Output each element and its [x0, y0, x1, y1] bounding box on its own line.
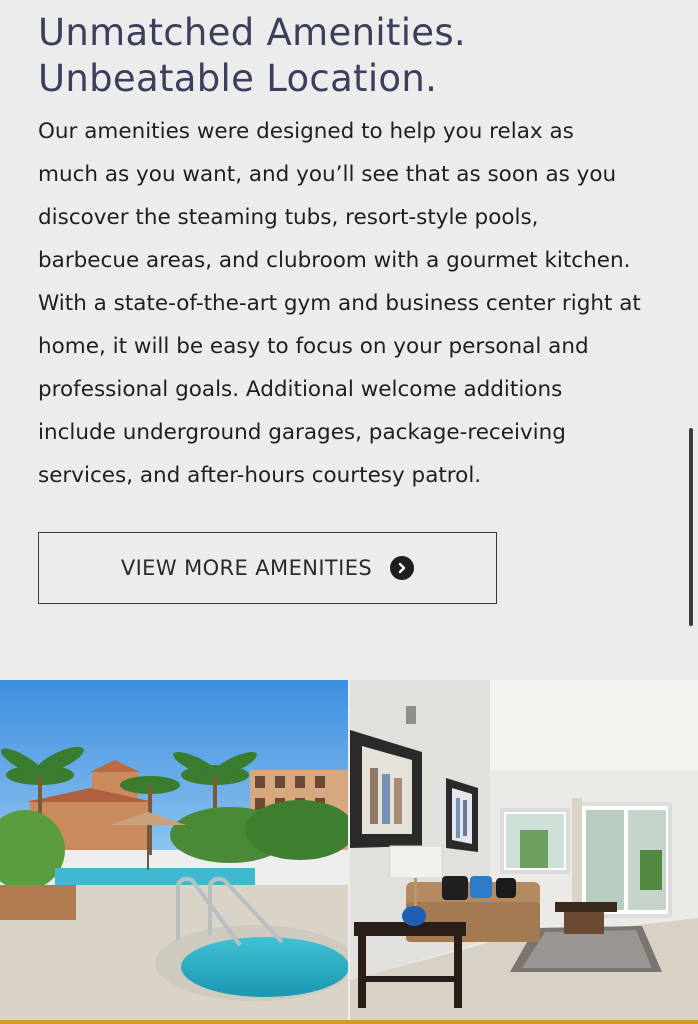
description-line: professional goals. Additional welcome a…: [38, 377, 563, 402]
title-line-1: Unmatched Amenities.: [38, 11, 466, 54]
accent-strip: [0, 1020, 698, 1024]
chevron-right-circle-icon: [390, 556, 415, 580]
page-scrollbar[interactable]: [689, 428, 693, 626]
description-line: services, and after-hours courtesy patro…: [38, 463, 482, 488]
amenities-section: Unmatched Amenities. Unbeatable Location…: [0, 0, 698, 678]
view-more-amenities-button[interactable]: VIEW MORE AMENITIES: [38, 532, 497, 604]
pool-photo: [0, 680, 348, 1020]
amenities-description: Our amenities were designed to help you …: [38, 110, 668, 497]
description-line: much as you want, and you’ll see that as…: [38, 162, 617, 187]
description-line: With a state-of-the-art gym and business…: [38, 291, 641, 316]
description-line: barbecue areas, and clubroom with a gour…: [38, 248, 631, 273]
description-line: Our amenities were designed to help you …: [38, 119, 574, 144]
living-room-photo: [350, 680, 698, 1020]
description-line: home, it will be easy to focus on your p…: [38, 334, 589, 359]
title-line-2: Unbeatable Location.: [38, 57, 438, 100]
description-line: discover the steaming tubs, resort-style…: [38, 205, 539, 230]
section-title: Unmatched Amenities. Unbeatable Location…: [38, 10, 658, 102]
amenity-photos: [0, 680, 698, 1024]
view-more-amenities-label: VIEW MORE AMENITIES: [120, 556, 373, 580]
description-line: include underground garages, package-rec…: [38, 420, 566, 445]
